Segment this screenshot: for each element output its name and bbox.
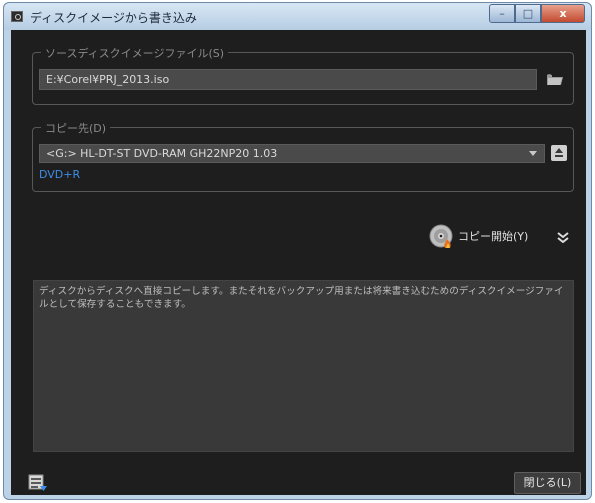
copy-start-label: コピー開始(Y) (458, 230, 529, 243)
destination-drive-select[interactable]: <G:> HL-DT-ST DVD-RAM GH22NP20 1.03 (39, 144, 545, 163)
minimize-button[interactable]: – (489, 4, 515, 23)
close-window-button[interactable]: x (541, 4, 585, 23)
dialog-window: ディスクイメージから書き込み – □ x ソースディスクイメージファイル(S) … (3, 2, 592, 500)
window-title: ディスクイメージから書き込み (30, 11, 197, 25)
title-bar[interactable]: ディスクイメージから書き込み – □ x (4, 3, 591, 30)
source-group-label: ソースディスクイメージファイル(S) (41, 45, 229, 61)
source-image-group: ソースディスクイメージファイル(S) E:¥Corel¥PRJ_2013.iso (32, 45, 574, 105)
dialog-content: ソースディスクイメージファイル(S) E:¥Corel¥PRJ_2013.iso… (11, 30, 586, 495)
app-icon (11, 11, 23, 22)
close-button[interactable]: 閉じる(L) (514, 472, 581, 494)
double-chevron-down-icon[interactable] (556, 231, 570, 243)
disc-burn-icon (429, 224, 453, 248)
description-text: ディスクからディスクへ直接コピーします。またそれをバックアップ用または将来書き込… (33, 280, 574, 452)
drive-select-value: <G:> HL-DT-ST DVD-RAM GH22NP20 1.03 (46, 147, 278, 160)
caption-buttons: – □ x (489, 4, 585, 23)
media-type-label: DVD+R (39, 168, 81, 181)
eject-icon[interactable] (551, 145, 567, 161)
destination-group: コピー先(D) <G:> HL-DT-ST DVD-RAM GH22NP20 1… (32, 120, 574, 192)
list-settings-icon[interactable] (28, 474, 48, 492)
copy-start-button[interactable]: コピー開始(Y) (429, 223, 528, 249)
chevron-down-icon (529, 151, 537, 156)
destination-group-label: コピー先(D) (41, 120, 111, 136)
maximize-button[interactable]: □ (515, 4, 541, 23)
folder-icon[interactable] (547, 73, 563, 86)
source-path-field[interactable]: E:¥Corel¥PRJ_2013.iso (39, 69, 537, 90)
